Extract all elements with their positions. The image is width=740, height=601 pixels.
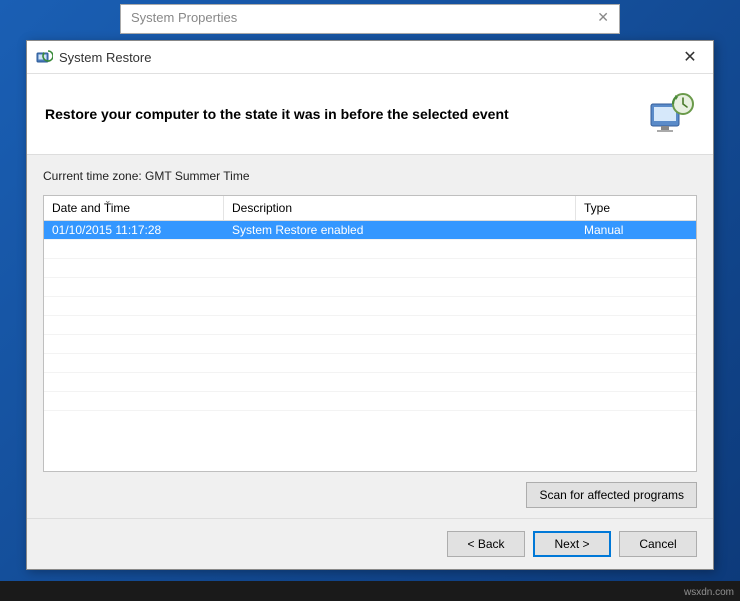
system-restore-wizard-window: System Restore ✕ Restore your computer t…: [26, 40, 714, 570]
column-header-date-label: Date and Time: [52, 201, 130, 215]
column-header-type[interactable]: Type: [576, 196, 696, 220]
cell-description: System Restore enabled: [224, 221, 576, 239]
restore-header-icon: [647, 90, 695, 138]
wizard-window-title: System Restore: [59, 50, 669, 65]
system-restore-icon: [35, 48, 53, 66]
timezone-label: Current time zone: GMT Summer Time: [43, 169, 697, 183]
watermark: wsxdn.com: [684, 587, 734, 598]
background-window-title: System Properties: [131, 10, 237, 25]
cell-type: Manual: [576, 221, 696, 239]
background-window-system-properties: System Properties ✕: [120, 4, 620, 34]
sort-descending-icon: ⌄: [104, 195, 112, 206]
table-row: [44, 335, 696, 354]
close-icon[interactable]: ✕: [597, 9, 609, 26]
wizard-header: Restore your computer to the state it wa…: [27, 74, 713, 155]
table-row: [44, 297, 696, 316]
cell-date: 01/10/2015 11:17:28: [44, 221, 224, 239]
close-button[interactable]: ✕: [675, 47, 705, 67]
column-header-description[interactable]: Description: [224, 196, 576, 220]
table-row: [44, 240, 696, 259]
table-body: 01/10/2015 11:17:28 System Restore enabl…: [44, 221, 696, 471]
taskbar: [0, 581, 740, 601]
table-header-row: Date and Time ⌄ Description Type: [44, 196, 696, 221]
table-row: [44, 373, 696, 392]
column-header-date[interactable]: Date and Time ⌄: [44, 196, 224, 220]
table-row[interactable]: 01/10/2015 11:17:28 System Restore enabl…: [44, 221, 696, 240]
table-row: [44, 278, 696, 297]
cancel-button[interactable]: Cancel: [619, 531, 697, 557]
below-table-actions: Scan for affected programs: [43, 472, 697, 508]
wizard-footer: < Back Next > Cancel: [27, 518, 713, 569]
wizard-titlebar: System Restore ✕: [27, 41, 713, 74]
table-row: [44, 354, 696, 373]
scan-affected-programs-button[interactable]: Scan for affected programs: [526, 482, 697, 508]
wizard-body: Current time zone: GMT Summer Time Date …: [27, 155, 713, 518]
table-row: [44, 392, 696, 411]
wizard-heading: Restore your computer to the state it wa…: [45, 106, 509, 122]
background-titlebar: System Properties ✕: [121, 5, 619, 30]
restore-points-table: Date and Time ⌄ Description Type 01/10/2…: [43, 195, 697, 472]
back-button[interactable]: < Back: [447, 531, 525, 557]
next-button[interactable]: Next >: [533, 531, 611, 557]
table-row: [44, 316, 696, 335]
table-row: [44, 259, 696, 278]
